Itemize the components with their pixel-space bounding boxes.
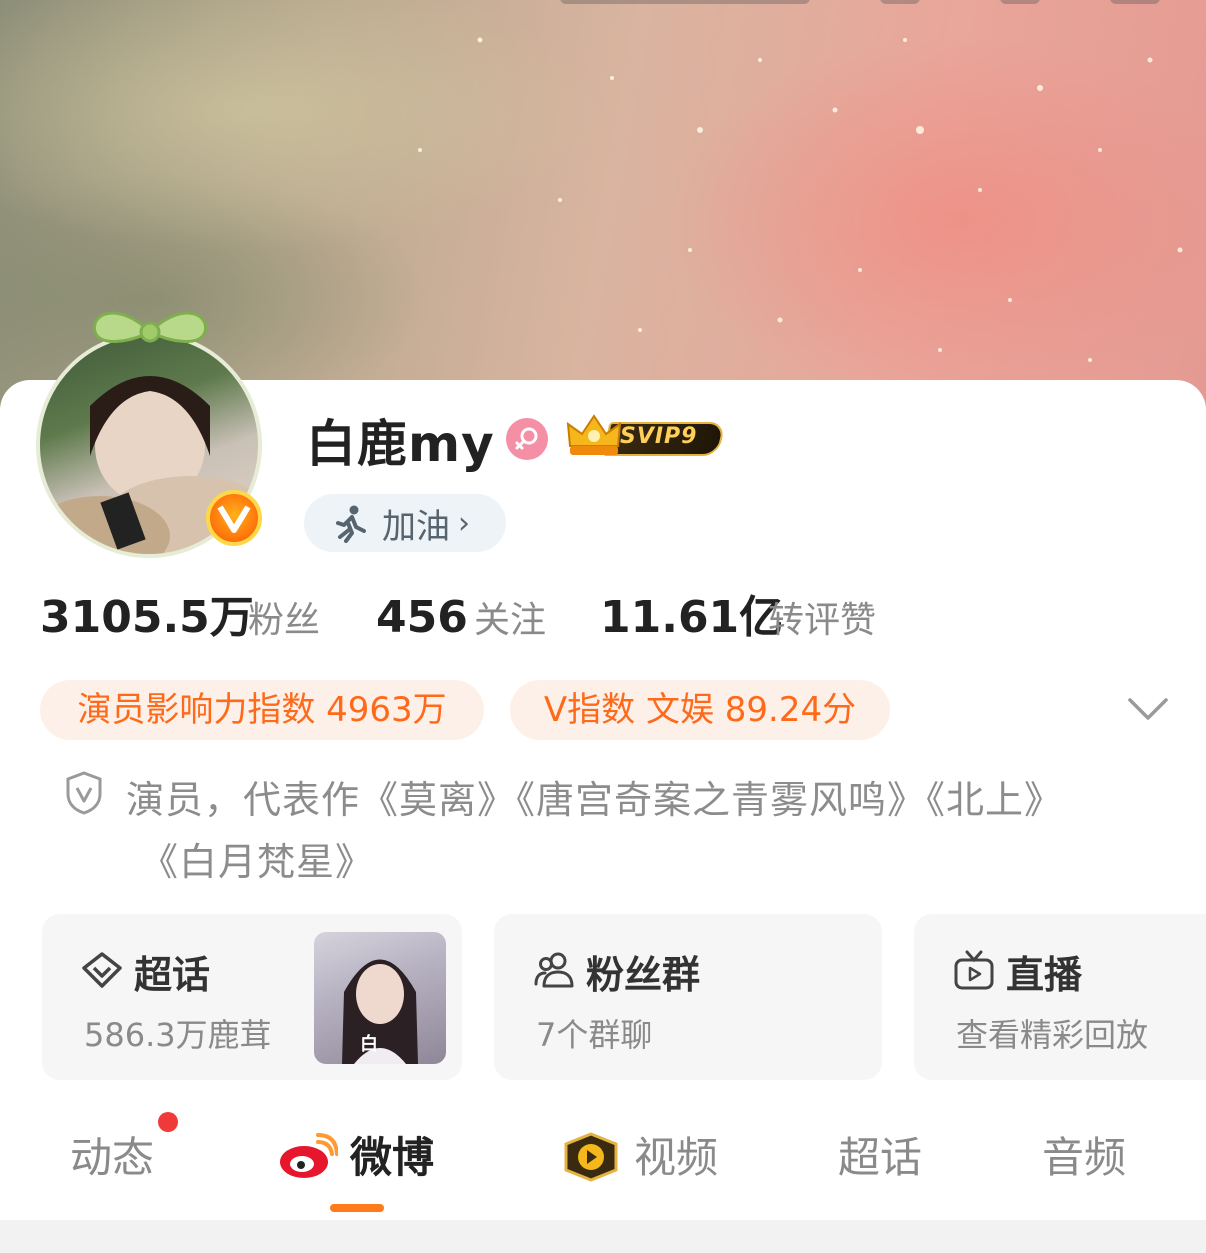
following-label[interactable]: 关注: [474, 596, 546, 646]
status-chip-label: 加油: [382, 506, 450, 547]
diamond-icon: [82, 952, 122, 988]
interactions-count: 11.61亿: [600, 592, 784, 643]
section-divider: [0, 1220, 1206, 1253]
svip-badge[interactable]: SVIP9: [564, 412, 726, 460]
chevron-right-icon: ›: [458, 505, 470, 541]
status-chip[interactable]: 加油 ›: [304, 494, 506, 552]
profile-name: 白鹿my: [306, 415, 495, 473]
fans-count[interactable]: 3105.5万: [40, 590, 254, 646]
supertopic-thumbnail: 白: [314, 932, 446, 1064]
active-tab-indicator: [330, 1204, 384, 1212]
people-icon: [534, 952, 574, 988]
thumbnail-caption: 白: [360, 1034, 378, 1055]
supertopic-card[interactable]: 超话 586.3万鹿茸 白: [42, 914, 462, 1080]
interactions-label: 转评赞: [768, 600, 877, 641]
shield-v-icon: [66, 771, 102, 815]
crown-icon: [566, 414, 622, 455]
tab-weibo[interactable]: 微博: [350, 1128, 434, 1188]
fan-group-subtitle: 7个群聊: [536, 1016, 653, 1054]
v-index-chip[interactable]: V指数 文娱 89.24分: [510, 680, 890, 740]
live-subtitle: 查看精彩回放: [956, 1016, 1149, 1054]
fan-group-title: 粉丝群: [586, 953, 701, 997]
live-title: 直播: [1006, 953, 1083, 997]
weibo-logo-icon: [280, 1133, 338, 1178]
fan-group-card[interactable]: 粉丝群 7个群聊: [494, 914, 882, 1080]
supertopic-subtitle: 586.3万鹿茸: [84, 1016, 272, 1054]
following-count[interactable]: 456: [376, 590, 468, 646]
avatar[interactable]: [28, 292, 288, 558]
live-card[interactable]: 直播 查看精彩回放: [914, 914, 1206, 1080]
female-icon: [506, 418, 548, 460]
actor-influence-chip[interactable]: 演员影响力指数 4963万: [40, 680, 484, 740]
chevron-down-icon[interactable]: [1126, 694, 1170, 724]
tab-audio[interactable]: 音频: [1042, 1128, 1126, 1188]
v-verified-icon: [206, 490, 262, 546]
notification-dot: [158, 1112, 178, 1132]
tab-supertopic[interactable]: 超话: [838, 1128, 922, 1188]
fans-label[interactable]: 粉丝: [248, 596, 320, 646]
ribbon-bow-decoration: [93, 311, 207, 343]
tab-video[interactable]: 视频: [634, 1128, 718, 1188]
svip-badge-label: SVIP9: [620, 424, 698, 449]
supertopic-title: 超话: [134, 953, 211, 997]
tv-icon: [954, 950, 994, 990]
video-play-icon: [564, 1132, 618, 1182]
runner-icon: [336, 505, 366, 543]
verification-description: 演员，代表作《莫离》《唐宫奇案之青雾风鸣》《北上》: [126, 778, 1064, 822]
tab-dynamic[interactable]: 动态: [70, 1128, 154, 1188]
verification-description-cont: 《白月梵星》: [140, 840, 375, 884]
